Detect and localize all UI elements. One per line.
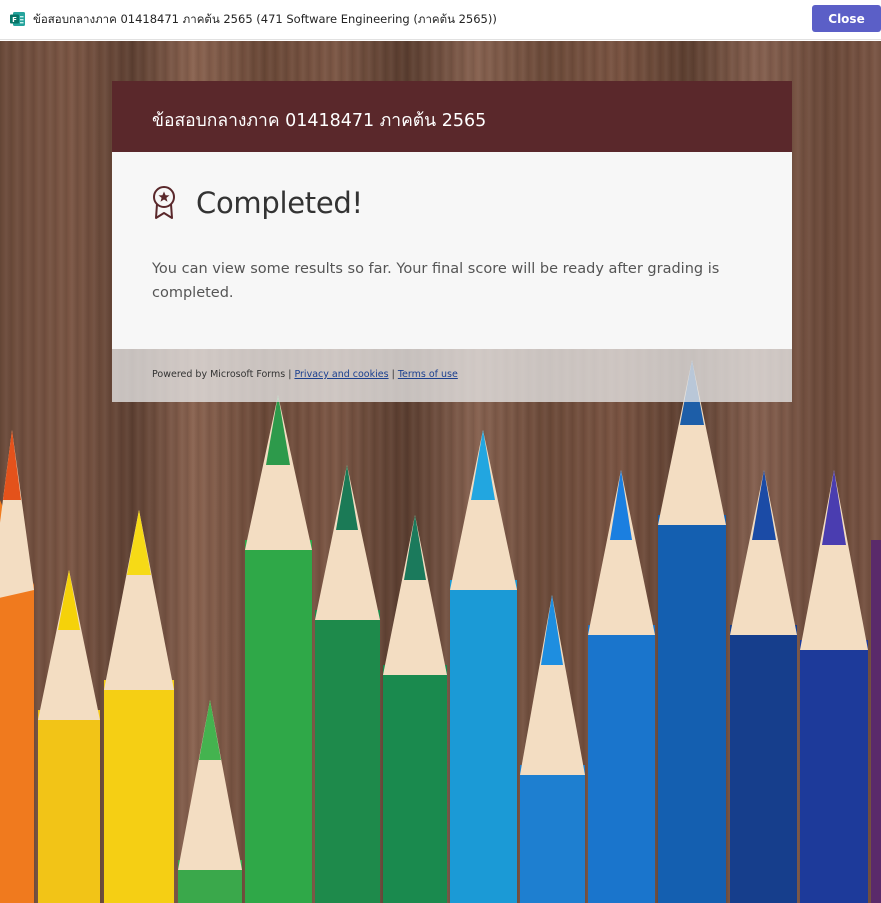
svg-text:F: F <box>12 16 17 24</box>
completed-heading: Completed! <box>196 186 363 220</box>
form-header: ข้อสอบกลางภาค 01418471 ภาคต้น 2565 <box>112 81 792 152</box>
footer-links: Powered by Microsoft Forms | Privacy and… <box>152 369 458 380</box>
powered-by-text: Powered by Microsoft Forms | <box>152 369 292 380</box>
window-title: ข้อสอบกลางภาค 01418471 ภาคต้น 2565 (471 … <box>33 12 497 26</box>
award-ribbon-icon <box>153 186 175 219</box>
completion-card: Completed! You can view some results so … <box>112 152 792 349</box>
privacy-link[interactable]: Privacy and cookies <box>294 369 388 380</box>
window-title-bar: F ข้อสอบกลางภาค 01418471 ภาคต้น 2565 (47… <box>0 0 881 40</box>
terms-link[interactable]: Terms of use <box>398 369 458 380</box>
microsoft-forms-icon: F <box>10 12 25 26</box>
completed-message: You can view some results so far. Your f… <box>152 261 720 301</box>
form-footer: Powered by Microsoft Forms | Privacy and… <box>112 349 792 402</box>
form-title: ข้อสอบกลางภาค 01418471 ภาคต้น 2565 <box>152 111 487 131</box>
footer-separator: | <box>391 369 395 380</box>
close-button[interactable]: Close <box>812 5 881 32</box>
